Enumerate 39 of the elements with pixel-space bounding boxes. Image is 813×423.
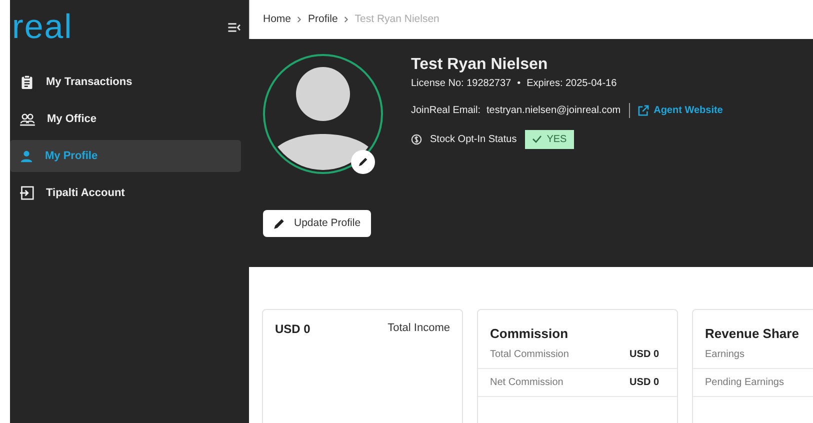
row-value: USD 0 <box>630 349 659 360</box>
pencil-icon <box>358 156 368 168</box>
chevron-icon <box>297 16 302 23</box>
email-label: JoinReal Email: <box>411 104 480 116</box>
login-icon <box>20 186 34 200</box>
dollar-coin-icon <box>411 134 422 145</box>
row-label: Pending Earnings <box>705 377 784 388</box>
row-label: Earnings <box>705 349 744 360</box>
people-icon <box>20 112 35 126</box>
person-icon <box>20 150 33 162</box>
pencil-icon <box>273 216 286 230</box>
row-label: Total Commission <box>490 349 569 360</box>
email-value: testryan.nielsen@joinreal.com <box>486 104 621 116</box>
breadcrumb-link[interactable]: Home <box>263 13 292 26</box>
income-amount: USD 0 <box>275 322 310 336</box>
stock-label: Stock Opt-In Status <box>430 134 517 145</box>
edit-avatar-button[interactable] <box>351 150 375 174</box>
logo: real <box>12 10 73 44</box>
update-profile-button[interactable]: Update Profile <box>263 210 371 237</box>
chevron-icon <box>344 16 349 23</box>
card-title: Total Income <box>388 322 450 336</box>
row-value: USD 0 <box>630 377 659 388</box>
bullet: • <box>517 78 521 89</box>
breadcrumb-link[interactable]: Profile <box>308 13 338 26</box>
sidebar-item[interactable]: My Transactions <box>10 66 241 98</box>
row-label: Net Commission <box>490 377 564 388</box>
sidebar-item[interactable]: My Profile <box>10 140 241 172</box>
external-link-icon <box>638 104 649 116</box>
sidebar-item[interactable]: Tipalti Account <box>10 177 241 209</box>
card-title: Revenue Share <box>704 326 800 344</box>
clipboard-icon <box>20 75 34 89</box>
card-title: Commission <box>489 326 570 344</box>
sidebar-item[interactable]: My Office <box>10 103 241 135</box>
expiry-date: Expires: 2025-04-16 <box>526 78 617 89</box>
status-badge: YES <box>524 130 574 149</box>
collapse-menu-icon[interactable] <box>228 22 241 32</box>
license-number: License No: 19282737 <box>411 78 512 89</box>
profile-name: Test Ryan Nielsen <box>411 56 549 74</box>
agent-website-link[interactable]: Agent Website <box>638 104 723 116</box>
